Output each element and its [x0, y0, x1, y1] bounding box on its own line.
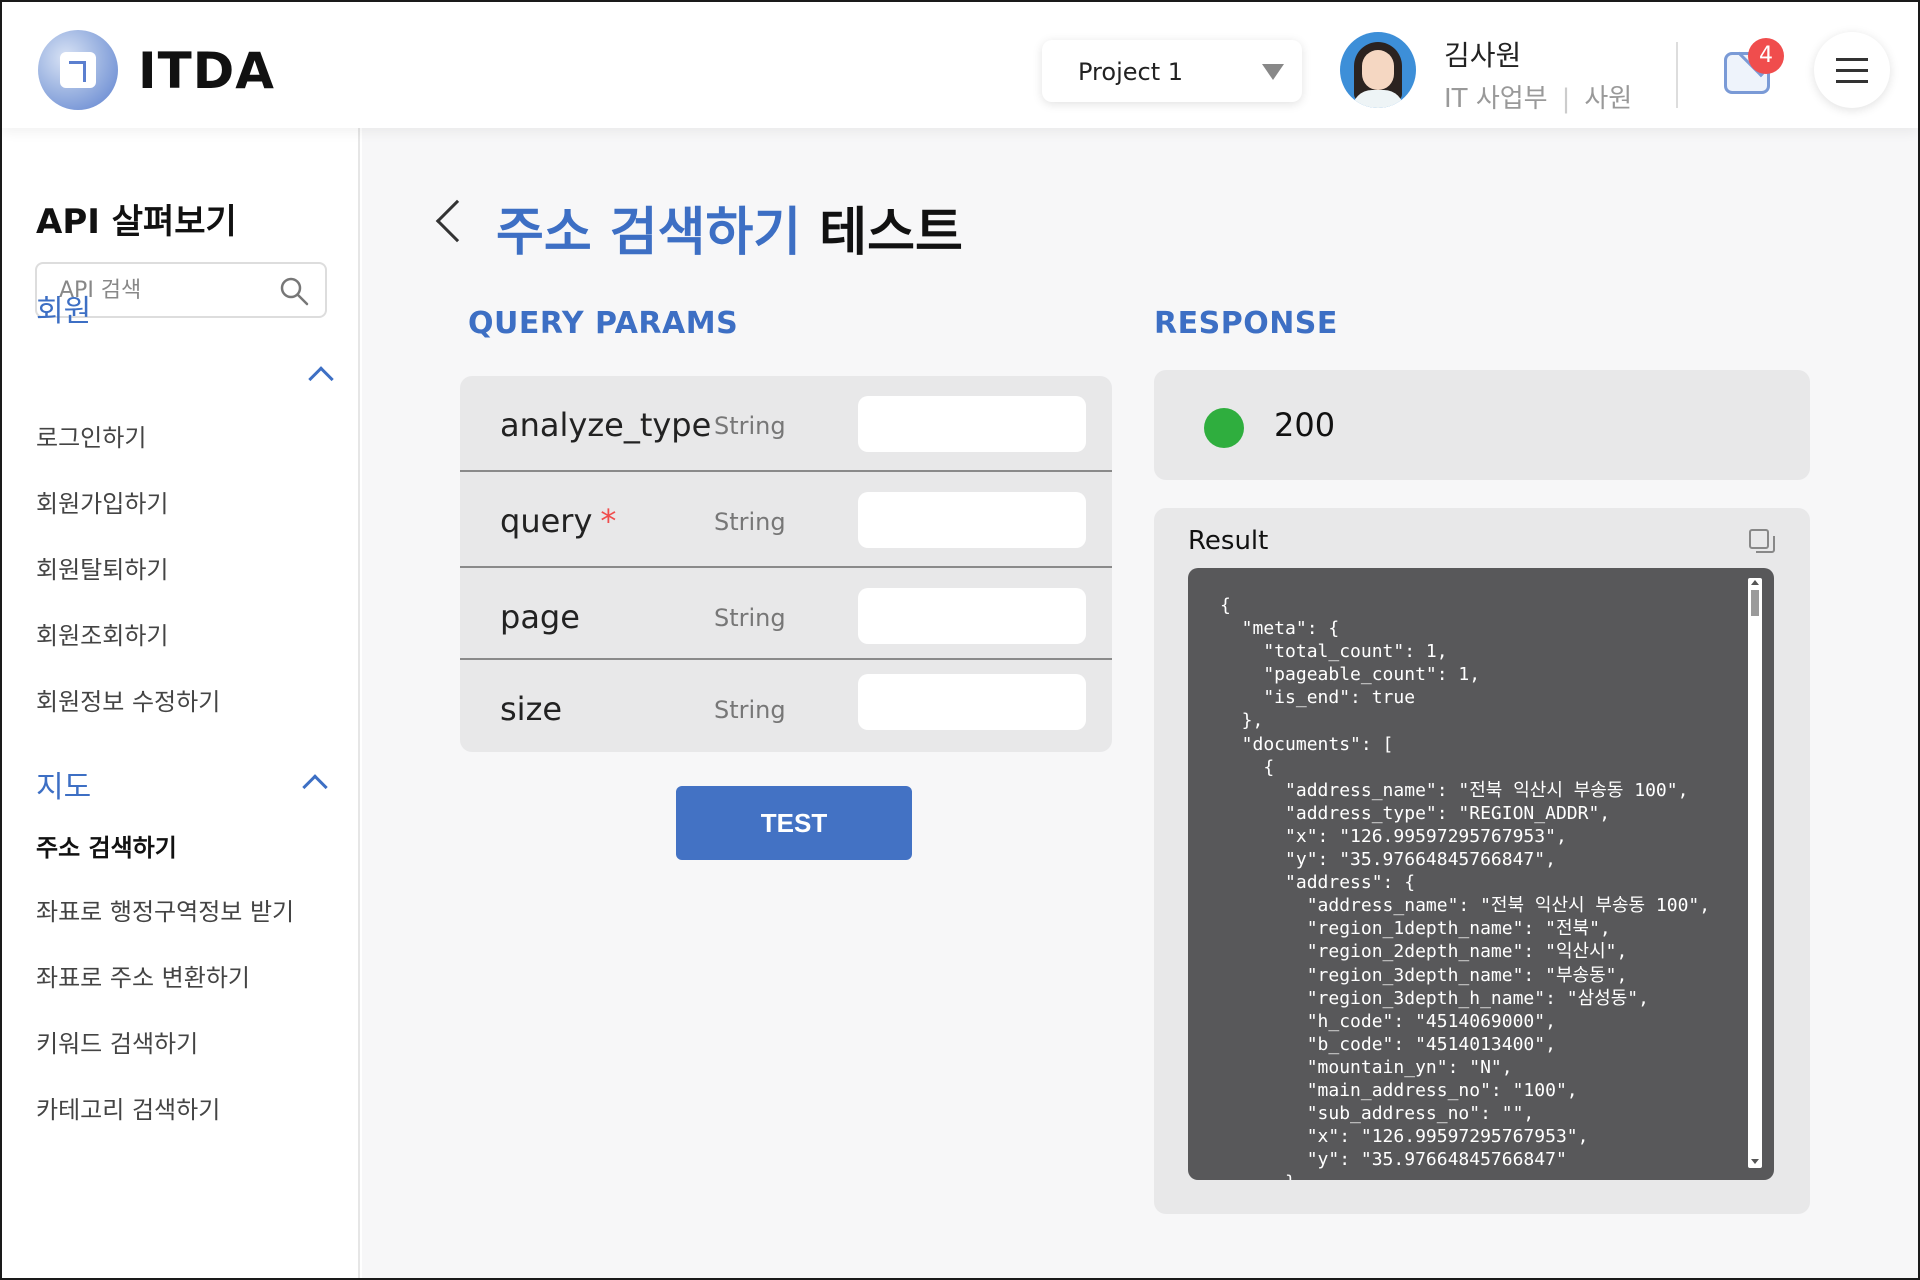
sidebar-title: API 살펴보기 [36, 202, 237, 242]
sidebar-item-withdraw[interactable]: 회원탈퇴하기 [36, 550, 168, 585]
required-mark: * [600, 502, 617, 540]
response-heading: RESPONSE [1154, 306, 1338, 341]
search-icon[interactable] [279, 276, 309, 306]
param-input-size[interactable] [858, 674, 1086, 730]
param-row: page String [460, 568, 1112, 660]
project-select[interactable]: Project 1 [1042, 40, 1302, 102]
section-header-member[interactable]: 회원 [36, 286, 91, 330]
param-input-analyze-type[interactable] [858, 396, 1086, 452]
result-code-viewer[interactable]: { "meta": { "total_count": 1, "pageable_… [1188, 568, 1774, 1180]
sidebar-item-address-search[interactable]: 주소 검색하기 [36, 828, 177, 863]
logo-icon[interactable] [38, 30, 118, 110]
page-title: 주소 검색하기 테스트 [496, 190, 963, 265]
avatar-icon[interactable] [1340, 32, 1416, 108]
page-title-api: 주소 검색하기 [496, 203, 802, 263]
param-name: page [500, 598, 580, 636]
status-dot-icon [1204, 408, 1244, 448]
result-label: Result [1188, 526, 1269, 556]
result-panel: Result { "meta": { "total_count": 1, "pa… [1154, 508, 1810, 1214]
sidebar-item-member-lookup[interactable]: 회원조회하기 [36, 616, 168, 651]
chevron-up-icon[interactable] [302, 774, 328, 800]
param-input-query[interactable] [858, 492, 1086, 548]
project-select-value: Project 1 [1078, 58, 1184, 86]
sidebar-item-coord-to-region[interactable]: 좌표로 행정구역정보 받기 [36, 892, 294, 927]
section-header-map[interactable]: 지도 [36, 762, 91, 806]
status-code: 200 [1274, 406, 1336, 444]
copy-icon[interactable] [1748, 528, 1776, 556]
api-search-input[interactable] [59, 274, 279, 306]
user-department: IT 사업부 [1444, 84, 1548, 114]
logo-text[interactable]: ITDA [138, 42, 275, 100]
sidebar-item-signup[interactable]: 회원가입하기 [36, 484, 168, 519]
param-name-required: query * [500, 502, 616, 540]
param-name: analyze_type [500, 406, 712, 444]
scroll-thumb[interactable] [1751, 590, 1759, 616]
param-row: analyze_type String [460, 376, 1112, 472]
param-row: size String [460, 660, 1112, 752]
user-meta-separator: | [1561, 84, 1571, 114]
sidebar-item-keyword-search[interactable]: 키워드 검색하기 [36, 1024, 198, 1059]
query-params-heading: QUERY PARAMS [468, 306, 739, 341]
test-button[interactable]: TEST [676, 786, 912, 860]
sidebar-item-login[interactable]: 로그인하기 [36, 418, 146, 453]
scroll-up-arrow-icon[interactable] [1751, 580, 1759, 585]
user-position: 사원 [1584, 84, 1633, 114]
result-json: { "meta": { "total_count": 1, "pageable_… [1220, 595, 1711, 1180]
param-name: size [500, 690, 563, 728]
notification-badge[interactable]: 4 [1748, 38, 1784, 74]
header-divider [1676, 42, 1678, 108]
scroll-down-arrow-icon[interactable] [1751, 1159, 1759, 1164]
param-type: String [714, 508, 786, 536]
top-header: ITDA Project 1 김사원 IT 사업부 | 사원 4 [2, 2, 1918, 128]
query-params-panel: analyze_type String query * String page S… [460, 376, 1112, 752]
caret-down-icon [1262, 64, 1284, 80]
page-title-suffix: 테스트 [819, 203, 963, 263]
sidebar: API 살펴보기 회원 로그인하기 회원가입하기 회원탈퇴하기 회원조회하기 회… [2, 128, 360, 1278]
param-name: query [500, 502, 593, 540]
sidebar-item-category-search[interactable]: 카테고리 검색하기 [36, 1090, 220, 1125]
param-type: String [714, 604, 786, 632]
chevron-up-icon[interactable] [308, 366, 334, 392]
result-scrollbar[interactable] [1748, 578, 1762, 1168]
sidebar-item-coord-to-address[interactable]: 좌표로 주소 변환하기 [36, 958, 250, 993]
hamburger-menu-icon[interactable] [1814, 32, 1890, 108]
param-type: String [714, 412, 786, 440]
app-frame: ITDA Project 1 김사원 IT 사업부 | 사원 4 API 살펴보기 [0, 0, 1920, 1280]
main-content: 주소 검색하기 테스트 QUERY PARAMS RESPONSE analyz… [362, 128, 1918, 1278]
response-status-panel: 200 [1154, 370, 1810, 480]
user-meta: IT 사업부 | 사원 [1444, 78, 1632, 115]
param-row: query * String [460, 472, 1112, 568]
param-input-page[interactable] [858, 588, 1086, 644]
back-arrow-icon[interactable] [435, 199, 479, 243]
param-type: String [714, 696, 786, 724]
sidebar-item-member-edit[interactable]: 회원정보 수정하기 [36, 682, 220, 717]
user-name: 김사원 [1444, 39, 1522, 72]
